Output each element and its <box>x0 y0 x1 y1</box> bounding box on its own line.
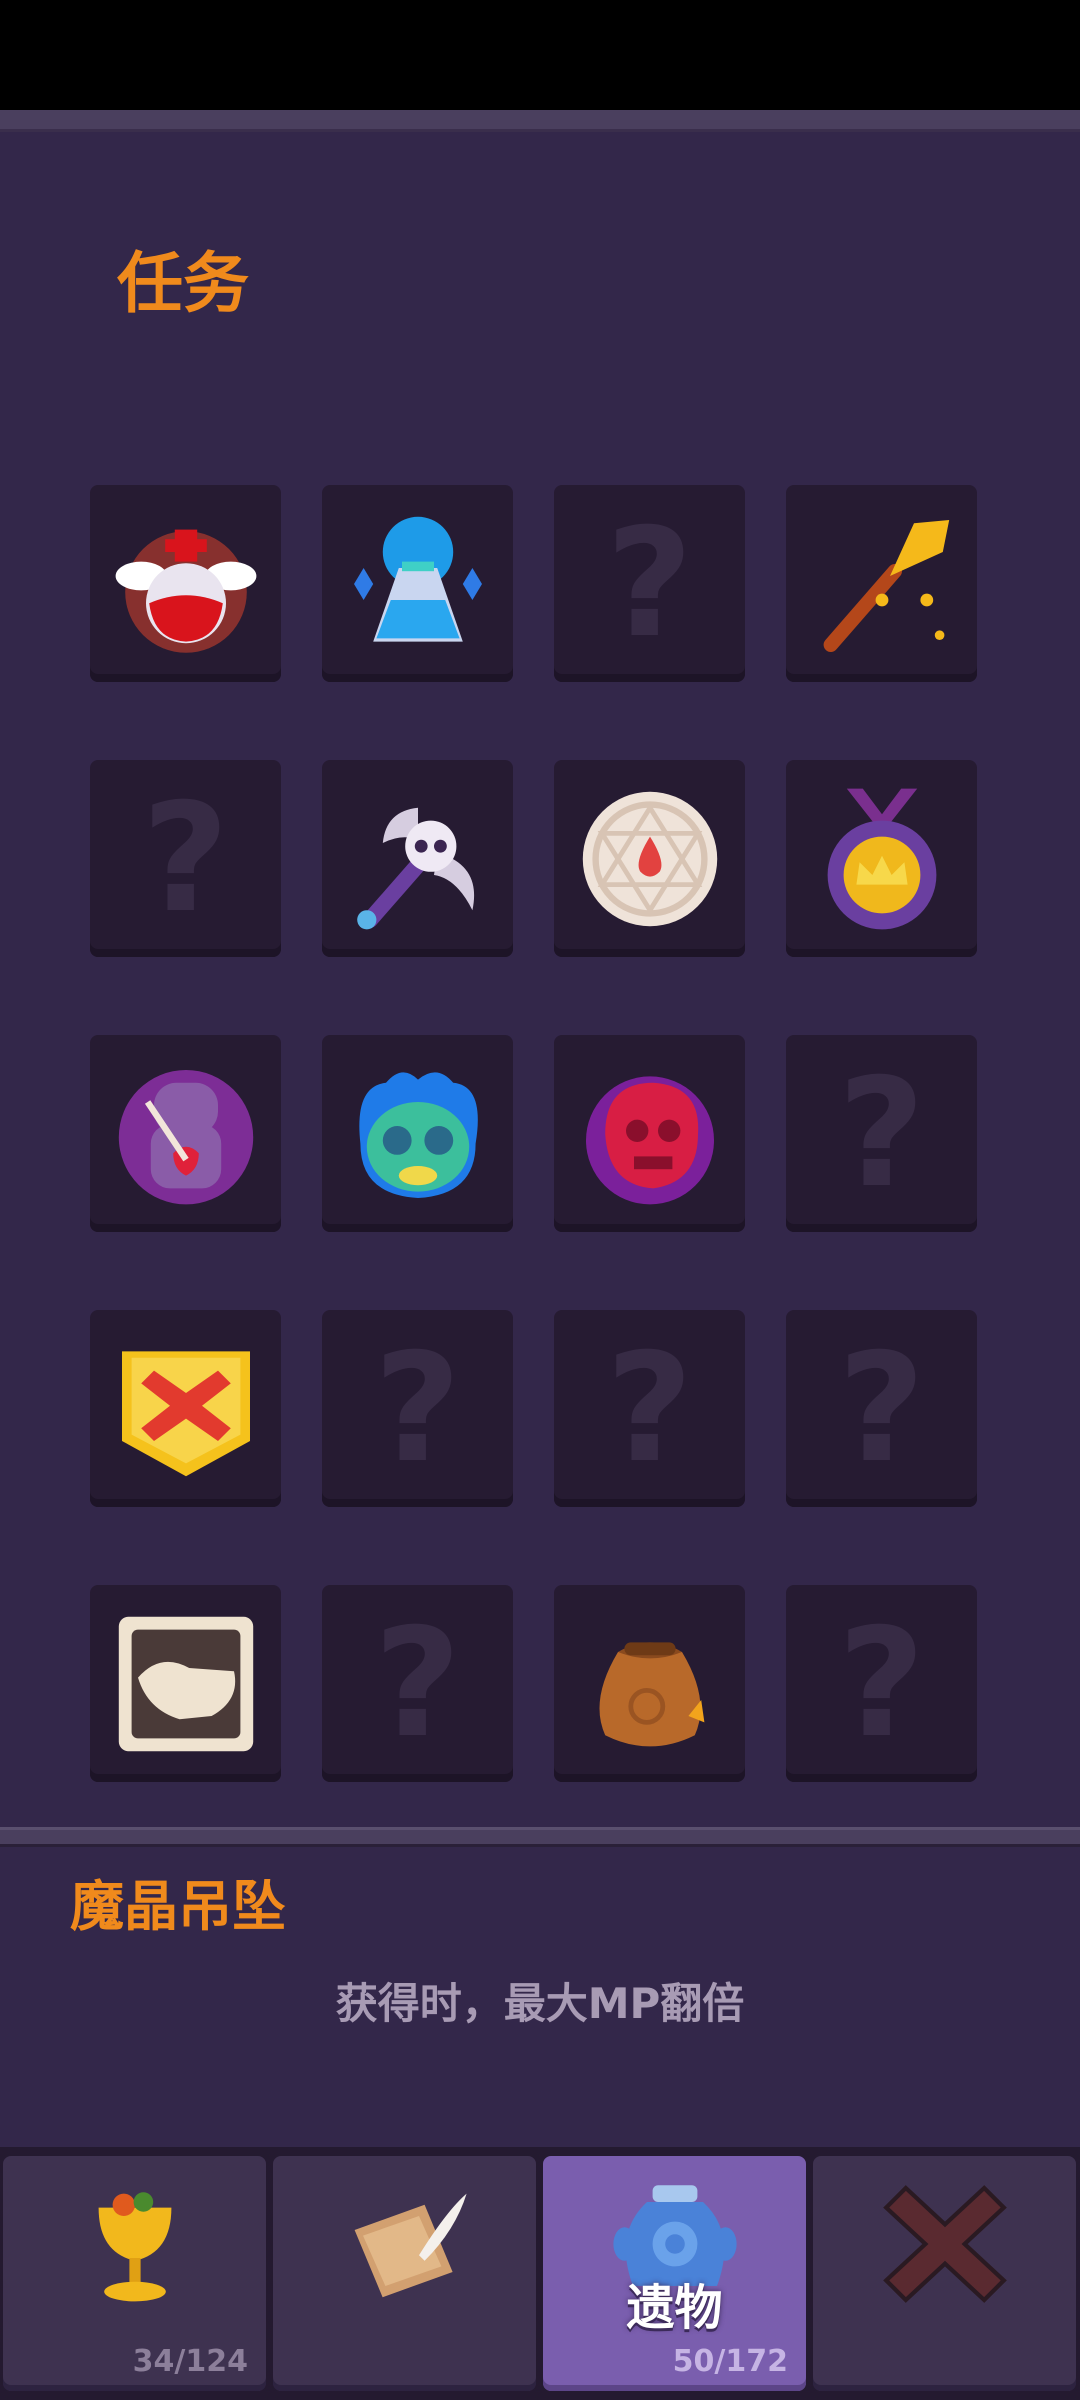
rune-stone-icon <box>582 791 717 926</box>
close-icon <box>882 2185 1007 2303</box>
relic-slot[interactable] <box>554 1585 745 1782</box>
red-ghost-skull-icon <box>585 1075 714 1204</box>
unknown-relic-icon: ? <box>373 1321 461 1496</box>
tab-trophies[interactable]: 34/124 <box>3 2156 266 2391</box>
tab-relics-label: 遗物 <box>626 2280 723 2336</box>
mana-flask-icon <box>353 516 482 642</box>
relic-grid: ? ? ? ? ? ? ? ? <box>90 485 990 1785</box>
coin-sack-icon <box>598 1641 704 1746</box>
relic-slot-locked[interactable]: ? <box>322 1585 513 1782</box>
unknown-relic-icon: ? <box>837 1596 925 1771</box>
relic-slot[interactable] <box>786 485 977 682</box>
crown-medal-icon <box>827 788 936 929</box>
panel-top-border <box>0 110 1080 132</box>
relic-slot[interactable] <box>554 760 745 957</box>
handshake-card-icon <box>118 1616 253 1751</box>
tab-relics[interactable]: 遗物 50/172 <box>543 2156 806 2391</box>
unknown-relic-icon: ? <box>837 1321 925 1496</box>
relic-slot-locked[interactable]: ? <box>554 1310 745 1507</box>
relic-slot[interactable] <box>554 1035 745 1232</box>
relic-slot-locked[interactable]: ? <box>90 760 281 957</box>
blue-flame-mask-icon <box>358 1071 478 1198</box>
relic-slot[interactable] <box>322 760 513 957</box>
skull-axe-icon <box>356 807 474 929</box>
relic-slot-locked[interactable]: ? <box>786 1585 977 1782</box>
relic-slot[interactable] <box>90 1585 281 1782</box>
relic-slot-locked[interactable]: ? <box>554 485 745 682</box>
unknown-relic-icon: ? <box>605 1321 693 1496</box>
relic-slot-locked[interactable]: ? <box>786 1035 977 1232</box>
angel-potion-icon <box>115 529 256 653</box>
relic-slot[interactable] <box>322 1035 513 1232</box>
relic-slot[interactable] <box>90 485 281 682</box>
relic-slot[interactable] <box>786 760 977 957</box>
golden-goblet-icon <box>98 2192 171 2302</box>
section-title: 任务 <box>117 245 249 322</box>
panel-divider <box>0 1827 1080 1847</box>
unknown-relic-icon: ? <box>605 496 693 671</box>
relic-name: 魔晶吊坠 <box>70 1875 286 1938</box>
unknown-relic-icon: ? <box>373 1596 461 1771</box>
relic-slot[interactable] <box>90 1035 281 1232</box>
relic-count: 50/172 <box>672 2344 788 2379</box>
relic-slot[interactable] <box>322 485 513 682</box>
close-button[interactable] <box>813 2156 1076 2391</box>
tab-scrolls[interactable] <box>273 2156 536 2391</box>
unknown-relic-icon: ? <box>141 771 229 946</box>
relic-slot-locked[interactable]: ? <box>322 1310 513 1507</box>
golden-spear-icon <box>823 519 949 652</box>
relic-description: 获得时，最大MP翻倍 <box>335 1979 745 2028</box>
scroll-quill-icon <box>354 2193 467 2298</box>
status-bar <box>0 0 1080 110</box>
unknown-relic-icon: ? <box>837 1046 925 1221</box>
voodoo-doll-icon <box>118 1069 253 1204</box>
relic-slot[interactable] <box>90 1310 281 1507</box>
shield-x-icon <box>121 1350 250 1476</box>
relic-slot-locked[interactable]: ? <box>786 1310 977 1507</box>
trophy-count: 34/124 <box>132 2344 248 2379</box>
